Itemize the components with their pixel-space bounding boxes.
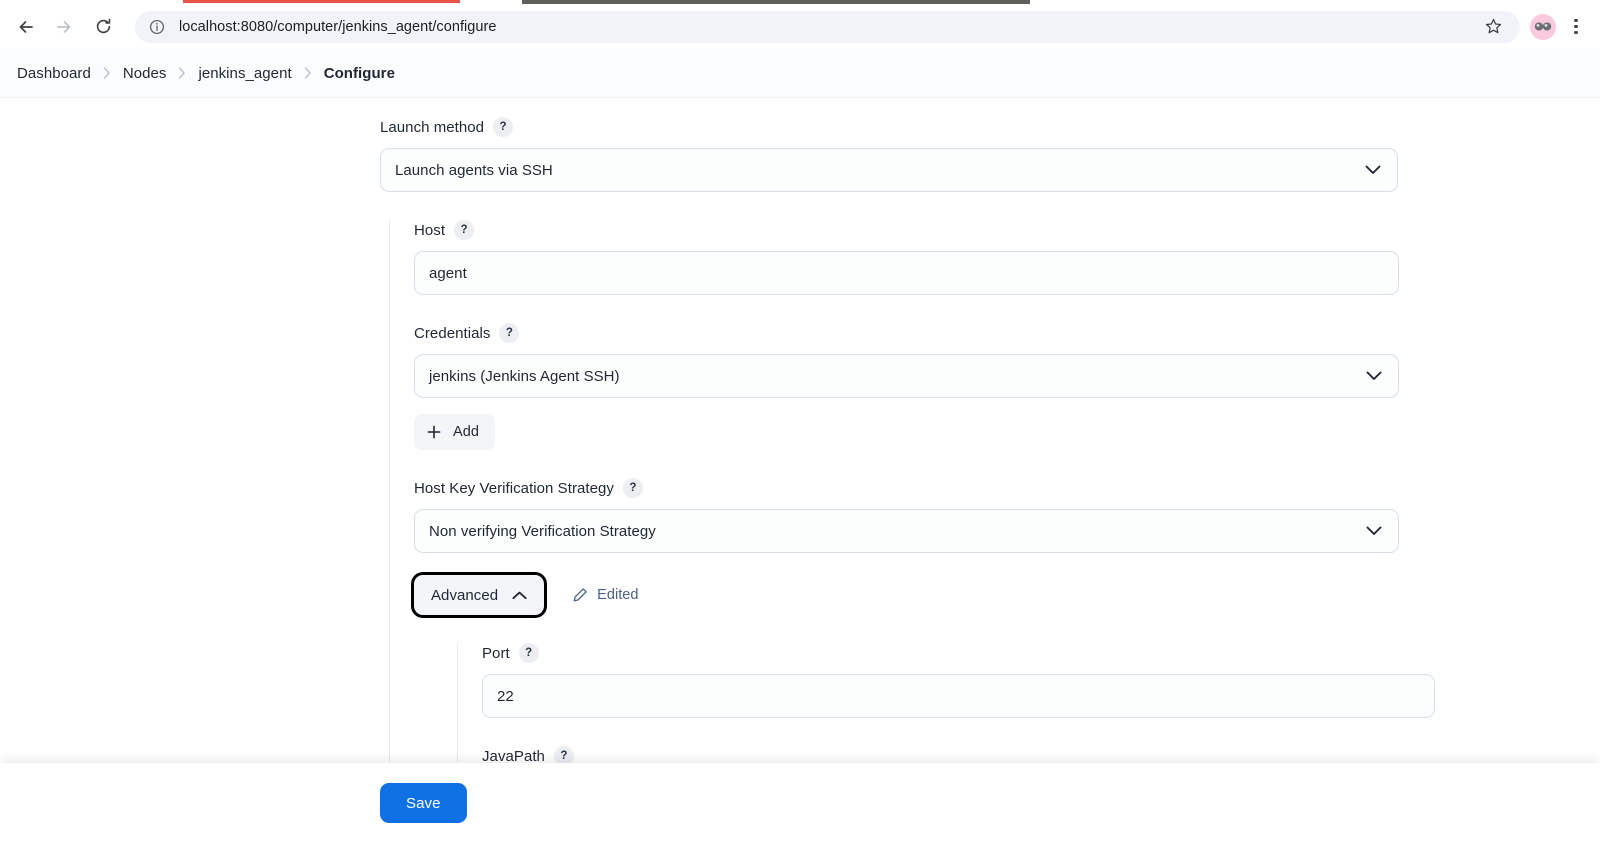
advanced-toggle-button[interactable]: Advanced: [414, 575, 544, 615]
page-content: Dashboard Nodes jenkins_agent Configure …: [0, 49, 1600, 851]
plus-icon: [427, 425, 441, 439]
active-tab-indicator[interactable]: [183, 0, 460, 3]
configure-form: Launch method ? Launch agents via SSH: [0, 98, 1600, 851]
help-icon[interactable]: ?: [454, 220, 474, 240]
port-field: Port ? 22: [482, 643, 1600, 718]
host-field: Host ? agent: [414, 220, 1600, 295]
host-label-text: Host: [414, 222, 445, 239]
port-label: Port ?: [482, 643, 1600, 663]
help-icon[interactable]: ?: [623, 478, 643, 498]
port-value: 22: [497, 688, 514, 705]
save-button[interactable]: Save: [380, 783, 467, 823]
launch-method-label-text: Launch method: [380, 119, 484, 136]
advanced-row: Advanced Edited: [414, 575, 1600, 615]
ssh-launcher-section: Host ? agent Credentials ?: [389, 220, 1600, 851]
add-credentials-button[interactable]: Add: [414, 414, 495, 450]
chevron-down-icon: [1366, 371, 1382, 381]
edited-label: Edited: [597, 587, 638, 603]
add-credentials-label: Add: [453, 424, 479, 440]
host-value: agent: [429, 265, 467, 282]
javapath-label-text: JavaPath: [482, 748, 545, 765]
breadcrumb-item-configure[interactable]: Configure: [324, 65, 395, 82]
host-label: Host ?: [414, 220, 1600, 240]
help-icon[interactable]: ?: [499, 323, 519, 343]
credentials-label-text: Credentials: [414, 325, 490, 342]
form-footer: Save: [0, 763, 1600, 851]
back-arrow-icon[interactable]: [8, 9, 44, 45]
help-icon[interactable]: ?: [519, 643, 539, 663]
chevron-down-icon: [1366, 526, 1382, 536]
launch-method-field: Launch method ? Launch agents via SSH: [380, 117, 1398, 192]
breadcrumb-item-dashboard[interactable]: Dashboard: [17, 65, 91, 82]
browser-toolbar: localhost:8080/computer/jenkins_agent/co…: [0, 4, 1600, 49]
kebab-menu-icon[interactable]: [1560, 10, 1592, 44]
credentials-value: jenkins (Jenkins Agent SSH): [429, 368, 620, 385]
breadcrumb-separator: [103, 67, 111, 79]
breadcrumb-item-jenkins-agent[interactable]: jenkins_agent: [198, 65, 291, 82]
launch-method-label: Launch method ?: [380, 117, 1398, 137]
help-icon[interactable]: ?: [493, 117, 513, 137]
site-info-icon[interactable]: [145, 15, 169, 39]
edited-indicator[interactable]: Edited: [572, 587, 638, 603]
breadcrumb-separator: [304, 67, 312, 79]
host-key-strategy-label-text: Host Key Verification Strategy: [414, 480, 614, 497]
host-key-strategy-label: Host Key Verification Strategy ?: [414, 478, 1600, 498]
browser-window: localhost:8080/computer/jenkins_agent/co…: [0, 0, 1600, 851]
launch-method-select[interactable]: Launch agents via SSH: [380, 148, 1398, 192]
credentials-label: Credentials ?: [414, 323, 1600, 343]
host-key-strategy-select[interactable]: Non verifying Verification Strategy ?: [414, 509, 1399, 553]
pencil-icon: [572, 587, 588, 603]
port-input[interactable]: 22: [482, 674, 1435, 718]
launch-method-value: Launch agents via SSH: [395, 162, 553, 179]
breadcrumb: Dashboard Nodes jenkins_agent Configure: [0, 49, 1600, 98]
avatar[interactable]: [1530, 14, 1556, 40]
advanced-toggle-label: Advanced: [431, 587, 498, 604]
forward-arrow-icon[interactable]: [46, 9, 82, 45]
breadcrumb-separator: [178, 67, 186, 79]
host-input[interactable]: agent: [414, 251, 1399, 295]
chevron-up-icon: [512, 591, 527, 600]
breadcrumb-item-nodes[interactable]: Nodes: [123, 65, 167, 82]
port-label-text: Port: [482, 645, 510, 662]
host-key-strategy-value: Non verifying Verification Strategy: [429, 523, 656, 540]
reload-icon[interactable]: [85, 9, 121, 45]
credentials-field: Credentials ? jenkins (Jenkins Agent SSH…: [414, 323, 1600, 450]
credentials-select[interactable]: jenkins (Jenkins Agent SSH): [414, 354, 1399, 398]
host-key-strategy-field: Host Key Verification Strategy ? Non ver…: [414, 478, 1600, 553]
url-text: localhost:8080/computer/jenkins_agent/co…: [179, 19, 1480, 35]
address-bar[interactable]: localhost:8080/computer/jenkins_agent/co…: [135, 11, 1520, 43]
chevron-down-icon: [1365, 165, 1381, 175]
star-icon[interactable]: [1480, 14, 1506, 40]
